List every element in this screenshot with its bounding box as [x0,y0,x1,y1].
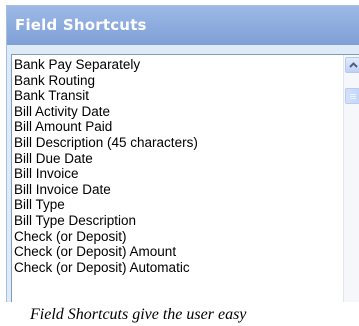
list-item[interactable]: Check (or Deposit) Amount [12,244,332,260]
list-item[interactable]: Bank Routing [12,73,332,89]
panel-title: Field Shortcuts [15,16,147,34]
list-item[interactable]: Bill Invoice Date [12,182,332,198]
scroll-up-arrow-icon [349,62,358,68]
list-item[interactable]: Bill Invoice [12,166,332,182]
vertical-scrollbar[interactable] [343,55,359,302]
thumb-grip-line [350,98,356,99]
field-shortcuts-list[interactable]: Bank Pay Separately Bank Routing Bank Tr… [11,54,359,302]
list-item[interactable]: Bill Description (45 characters) [12,135,332,151]
list-item[interactable]: Bill Type [12,197,332,213]
list-item[interactable]: Bill Activity Date [12,104,332,120]
list-item[interactable]: Bill Amount Paid [12,119,332,135]
list-item[interactable]: Check (or Deposit) Automatic [12,260,332,276]
list-item[interactable]: Check (or Deposit) [12,229,332,245]
caption-text: Field Shortcuts give the user easy [30,306,247,323]
list-item[interactable]: Bank Transit [12,88,332,104]
panel-header: Field Shortcuts [7,6,359,45]
scrollbar-thumb[interactable] [345,88,359,104]
field-shortcuts-panel: Field Shortcuts Bank Pay Separately Bank… [6,5,359,302]
thumb-grip-line [350,96,356,97]
scroll-up-button[interactable] [345,57,359,73]
list-items: Bank Pay Separately Bank Routing Bank Tr… [12,57,332,275]
thumb-grip-line [350,94,356,95]
list-item[interactable]: Bill Type Description [12,213,332,229]
list-item[interactable]: Bill Due Date [12,151,332,167]
list-item[interactable]: Bank Pay Separately [12,57,332,73]
